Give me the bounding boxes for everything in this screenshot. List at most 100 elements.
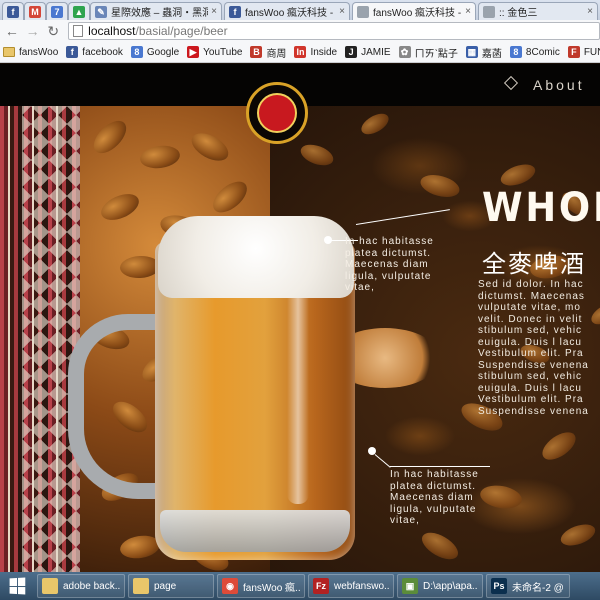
page-icon <box>73 25 84 37</box>
malt-grain <box>358 109 392 139</box>
bookmark-label: facebook <box>82 46 123 58</box>
callout-bottom-dot <box>368 447 376 455</box>
description-text: Sed id dolor. In hac dictumst. Maecenas vu… <box>478 279 600 417</box>
beer-foam <box>158 216 354 298</box>
folder-icon <box>42 578 58 594</box>
text-line: Sed id dolor. In hac <box>478 279 584 290</box>
address-bar[interactable]: localhost /basial/page/beer <box>68 22 600 40</box>
text-line: vulputate vitae, mo <box>478 302 581 313</box>
text-line: stibulum sed, vehic <box>478 325 583 336</box>
grid-icon: ▦ <box>465 46 478 58</box>
taskbar-item[interactable]: adobe back... <box>37 574 125 598</box>
folder-icon <box>133 578 149 594</box>
jamie-icon: J <box>345 46 358 58</box>
facebook-icon: f <box>229 5 241 18</box>
browser-tab[interactable]: 7 <box>46 2 68 20</box>
bookmark-label: Google <box>146 46 180 58</box>
facebook-icon: f <box>7 5 19 18</box>
text-line: platea dictumst. <box>390 480 477 492</box>
malt-grain <box>418 171 462 201</box>
malt-grain <box>138 143 182 171</box>
text-line: dictumst. Maecenas <box>478 290 585 302</box>
page-subheading: 全麥啤酒 <box>482 250 586 278</box>
text-line: euigula. Duis l lacu <box>478 382 582 394</box>
browser-toolbar: ← → ↻ localhost /basial/page/beer <box>0 20 600 42</box>
malt-grain <box>97 188 143 226</box>
logo-emblem-icon <box>257 93 297 133</box>
malt-grain <box>207 175 253 219</box>
start-button[interactable] <box>0 572 34 600</box>
bookmark-item[interactable]: In Inside <box>294 46 337 58</box>
fun-icon: F <box>567 46 580 58</box>
bookmark-item[interactable]: fansWoo <box>3 47 58 58</box>
page-heading: WHOLE <box>482 185 600 231</box>
text-line: In hac habitasse <box>390 469 479 480</box>
callout-bottom: In hac habitasse platea dictumst. Maecenas… <box>390 469 520 527</box>
windows-logo-icon <box>9 577 26 595</box>
bookmark-item[interactable]: FFUN69 <box>567 46 600 58</box>
webpage: About WHOLE 全麥啤酒 Sed id dolor. In hacdic… <box>0 64 600 572</box>
reload-icon[interactable]: ↻ <box>44 22 62 40</box>
back-arrow-icon[interactable]: ← <box>3 22 21 40</box>
folder-icon <box>3 47 15 57</box>
windows-taskbar: adobe back... page ◉ fansWoo 瘋... Fz webfansw… <box>0 572 600 600</box>
bookmark-item[interactable]: J JAMIE <box>345 46 391 58</box>
bookmark-item[interactable]: ▦ 嘉菡 <box>465 45 502 60</box>
bookmark-label: JAMIE <box>361 46 391 58</box>
browser-tab[interactable]: ✎ 星際效應 – 蟲洞・黑洞・× <box>90 2 222 20</box>
glass-highlight <box>287 284 309 504</box>
bookmark-label: ㄇㄞˋ點子 <box>414 48 458 60</box>
tab-strip: fM7▲✎星際效應 – 蟲洞・黑洞・×ffansWoo 瘋沃科技 - 讓你×fa… <box>0 0 600 20</box>
text-line: Suspendisse venena <box>478 359 589 371</box>
browser-tab[interactable]: fansWoo 瘋沃科技 - 打× <box>352 2 476 20</box>
filezilla-icon: Fz <box>313 578 329 594</box>
text-line: euigula. Duis l lacu <box>478 336 582 348</box>
bookmark-label: YouTube <box>203 46 243 58</box>
bookmark-item[interactable]: ▶ YouTube <box>187 46 242 58</box>
taskbar-item[interactable]: Fz webfanswo... <box>308 574 394 598</box>
text-line: ligula, vulputate <box>345 270 432 282</box>
browser-tab[interactable]: f <box>2 2 24 20</box>
text-line: In hac habitasse <box>345 236 434 247</box>
bookmark-item[interactable]: B 商周 <box>250 45 286 60</box>
browser-tab[interactable]: f fansWoo 瘋沃科技 - 讓你× <box>224 2 350 20</box>
close-icon[interactable]: × <box>211 6 217 17</box>
callout-top-dot <box>324 236 332 244</box>
taskbar-item[interactable]: ▣ D:\app\apa... <box>397 574 483 598</box>
taskbar-item[interactable]: Ps 未命名-2 @ ... <box>486 574 570 598</box>
site-logo[interactable] <box>246 82 308 144</box>
close-icon[interactable]: × <box>465 6 471 17</box>
diamond-icon <box>503 75 519 91</box>
close-icon[interactable]: × <box>339 6 345 17</box>
malt-grain <box>187 127 233 167</box>
photoshop-icon: Ps <box>491 578 507 594</box>
browser-tab[interactable]: :: 金色三 × <box>478 2 598 20</box>
taskbar-item[interactable]: page <box>128 574 214 598</box>
taskbar-label: D:\app\apa... <box>423 580 478 592</box>
browser-tab[interactable]: M <box>24 2 46 20</box>
bookmark-item[interactable]: 8 8Comic <box>509 46 560 58</box>
callout-bottom-line-2 <box>390 466 490 467</box>
tab-label: fansWoo 瘋沃科技 - 打 <box>373 8 462 19</box>
taskbar-label: fansWoo 瘋... <box>243 582 300 594</box>
tab-label: fansWoo 瘋沃科技 - 讓你 <box>245 8 336 19</box>
nav-about-link[interactable]: About <box>533 77 585 93</box>
bookmark-item[interactable]: 8 Google <box>130 46 180 58</box>
taskbar-label: webfanswo... <box>334 580 389 592</box>
bookmark-item[interactable]: f facebook <box>66 46 123 58</box>
bookmark-label: Inside <box>310 46 338 58</box>
browser-tab[interactable]: ▲ <box>68 2 90 20</box>
taskbar-label: adobe back... <box>63 580 120 592</box>
bookmark-item[interactable]: ✿ ㄇㄞˋ點子 <box>398 45 458 60</box>
comic-icon: 8 <box>509 46 522 58</box>
chrome-icon: ◉ <box>222 578 238 594</box>
bookmarks-bar: fansWoo f facebook 8 Google ▶ YouTube B 商周 In Insi… <box>0 42 600 63</box>
forward-arrow-icon[interactable]: → <box>24 22 42 40</box>
text-line: Maecenas diam <box>390 492 474 503</box>
taskbar-item[interactable]: ◉ fansWoo 瘋... <box>217 574 305 598</box>
inside-icon: In <box>294 46 307 58</box>
tab-label: :: 金色三 <box>499 8 538 19</box>
close-icon[interactable]: × <box>587 6 593 17</box>
malt-grain <box>558 520 598 550</box>
tab-label: 星際效應 – 蟲洞・黑洞・ <box>111 8 208 19</box>
